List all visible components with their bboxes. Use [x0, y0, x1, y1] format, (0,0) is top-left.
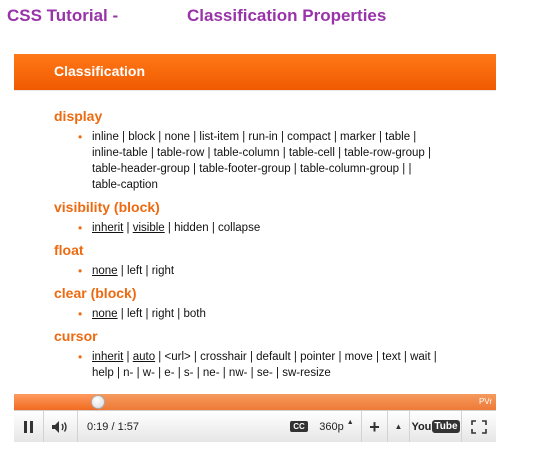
value-token: default — [256, 351, 291, 363]
youtube-logo-tube: Tube — [432, 420, 460, 433]
progress-scrubber[interactable] — [91, 395, 105, 409]
quality-button[interactable]: 360p ▲ — [312, 411, 362, 442]
value-token: text — [382, 351, 401, 363]
value-token: se- — [256, 367, 273, 379]
youtube-logo-button[interactable]: You Tube — [410, 411, 462, 442]
value-token: hidden — [174, 222, 209, 234]
section-values-item: • none | left | right — [78, 263, 484, 279]
bullet-icon: • — [78, 307, 83, 321]
value-token: <url> — [164, 351, 191, 363]
value-token: inherit — [92, 222, 124, 234]
section-heading: display — [54, 108, 103, 124]
control-bar: 0:19 / 1:57 CC 360p ▲ + ▲ You Tube — [14, 410, 496, 442]
volume-button[interactable] — [44, 411, 78, 442]
section-heading: clear (block) — [54, 285, 137, 301]
value-token: right — [151, 265, 175, 277]
bullet-icon: • — [78, 130, 83, 144]
volume-icon — [51, 420, 67, 433]
value-token: nw- — [228, 367, 248, 379]
youtube-logo: You Tube — [411, 420, 460, 433]
section-values: none | left | right | both — [92, 308, 206, 320]
youtube-logo-you: You — [411, 420, 432, 433]
value-token: n- — [123, 367, 134, 379]
value-token: left — [126, 265, 143, 277]
bullet-icon: • — [78, 350, 83, 364]
section-values: inherit | visible | hidden | collapse — [92, 222, 261, 234]
captions-icon: CC — [290, 421, 308, 432]
progress-played — [14, 394, 98, 410]
video-player[interactable]: Classification display • inline | block | … — [14, 54, 496, 444]
value-token: right — [151, 308, 175, 320]
value-token: ne- — [202, 367, 220, 379]
page-title-main: Classification Properties — [187, 6, 387, 25]
section-values-item: • inherit | auto | <url> | crosshair | de… — [78, 349, 484, 381]
captions-button[interactable]: CC — [286, 411, 312, 442]
value-token: sw-resize — [282, 367, 331, 379]
value-token: both — [183, 308, 206, 320]
value-token: w- — [142, 367, 155, 379]
value-token: none — [92, 265, 118, 277]
value-token: left — [126, 308, 143, 320]
section-values: inline | block | none | list-item | run-… — [92, 131, 432, 191]
value-token: help — [92, 367, 114, 379]
time-text: 0:19 / 1:57 — [87, 420, 139, 433]
section-values-item: • none | left | right | both — [78, 306, 484, 322]
value-token: wait — [410, 351, 431, 363]
slide-header-bar: Classification — [14, 54, 496, 90]
bullet-icon: • — [78, 264, 83, 278]
zoom-button[interactable]: + — [362, 411, 388, 442]
fullscreen-button[interactable] — [462, 411, 496, 442]
caret-up-icon: ▲ — [346, 419, 354, 426]
bullet-icon: • — [78, 221, 83, 235]
value-token: auto — [132, 351, 156, 363]
page-title-prefix: CSS Tutorial - — [7, 6, 119, 25]
popout-button[interactable]: ▲ — [388, 411, 410, 442]
value-token: inherit — [92, 351, 124, 363]
fullscreen-icon — [471, 419, 487, 434]
section-heading: visibility (block) — [54, 199, 160, 215]
page-title: CSS Tutorial - Classification Properties — [7, 6, 386, 26]
pause-button[interactable] — [14, 411, 44, 442]
slide-header-title: Classification — [54, 63, 146, 79]
value-token: none — [92, 308, 118, 320]
value-token: collapse — [218, 222, 261, 234]
quality-label: 360p — [319, 420, 344, 433]
value-token: e- — [164, 367, 175, 379]
section-heading: float — [54, 242, 84, 258]
video-frame[interactable]: Classification display • inline | block | … — [14, 54, 496, 394]
arrow-up-icon: ▲ — [394, 422, 403, 431]
page: CSS Tutorial - Classification Properties … — [0, 0, 560, 450]
section-values: inherit | auto | <url> | crosshair | def… — [92, 351, 437, 379]
slide-content: display • inline | block | none | list-ite… — [54, 108, 484, 387]
section-values: none | left | right — [92, 265, 175, 277]
slide-divider — [14, 90, 496, 91]
time-display: 0:19 / 1:57 — [78, 411, 148, 442]
value-token: pointer — [300, 351, 336, 363]
value-token: s- — [183, 367, 194, 379]
pause-icon — [24, 420, 33, 433]
section-values-item: • inline | block | none | list-item | run… — [78, 129, 484, 193]
plus-icon: + — [369, 416, 380, 437]
value-token: crosshair — [200, 351, 247, 363]
section-heading: cursor — [54, 328, 98, 344]
section-values-item: • inherit | visible | hidden | collapse — [78, 220, 484, 236]
value-token: move — [344, 351, 373, 363]
value-token: visible — [132, 222, 165, 234]
pvr-badge: PVr — [478, 397, 492, 406]
